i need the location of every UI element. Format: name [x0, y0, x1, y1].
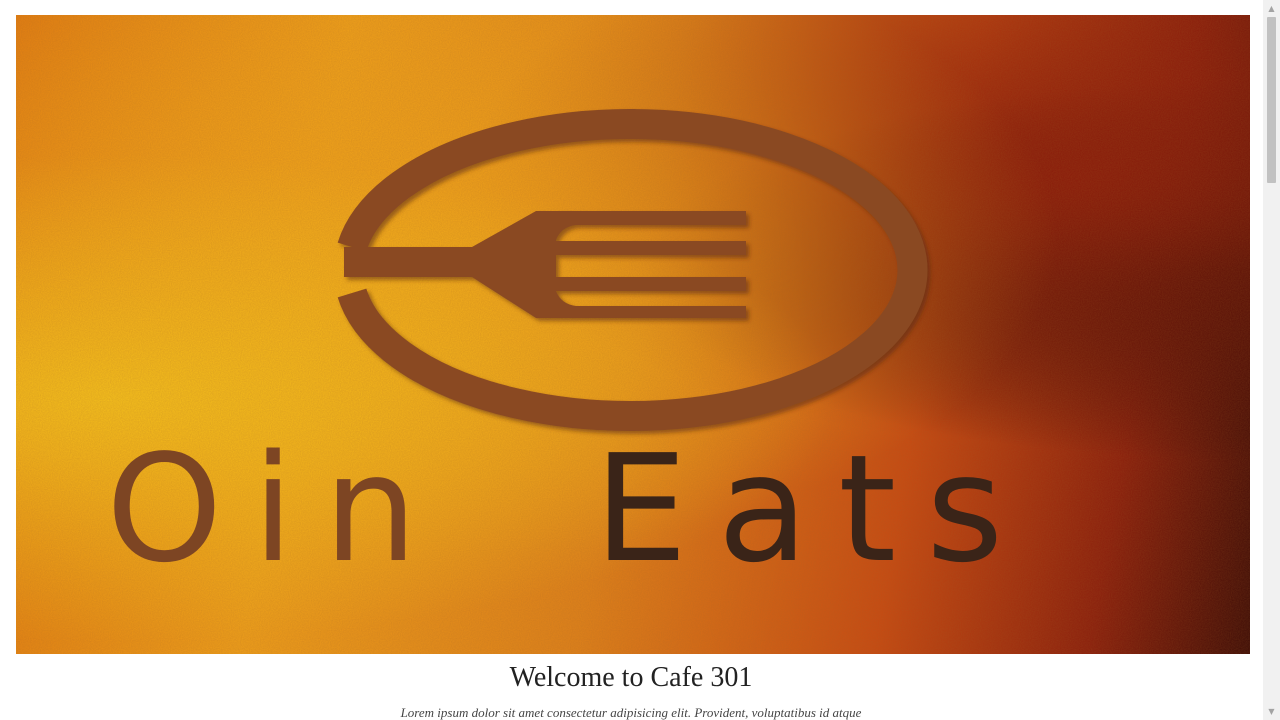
scroll-down-arrow-icon[interactable]: ▼ — [1263, 703, 1280, 720]
scrollbar-thumb[interactable] — [1267, 17, 1276, 183]
scroll-up-arrow-icon[interactable]: ▲ — [1263, 0, 1280, 17]
hero-banner: Oin Eats — [16, 15, 1250, 654]
intro-paragraph: Lorem ipsum dolor sit amet consectetur a… — [400, 705, 862, 720]
logo-text-oin: Oin — [106, 423, 447, 595]
fork-icon — [344, 211, 746, 318]
page-title: Welcome to Cafe 301 — [509, 662, 753, 693]
vertical-scrollbar[interactable]: ▲ ▼ — [1263, 0, 1280, 720]
oineats-wordmark: Oin Eats — [106, 423, 1033, 595]
page-viewport: Oin Eats Welcome to Cafe 301 Lorem ipsum… — [0, 0, 1262, 720]
logo-emblem — [337, 109, 928, 431]
logo-text-eats: Eats — [594, 423, 1033, 595]
oineats-logo: Oin Eats — [106, 109, 1033, 595]
